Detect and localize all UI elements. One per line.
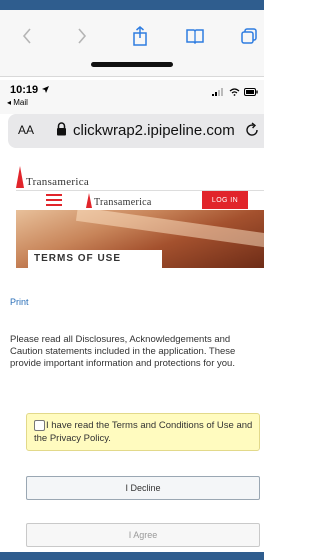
decline-button[interactable]: I Decline — [26, 476, 260, 500]
hero-image: TERMS OF USE — [16, 210, 264, 268]
login-button[interactable]: LOG IN — [202, 191, 248, 209]
signal-icon — [212, 88, 223, 96]
hero-title: TERMS OF USE — [34, 253, 122, 264]
bottom-strip — [0, 552, 264, 560]
tabs-icon[interactable] — [236, 23, 262, 49]
status-bar: 10:19 ◂ Mail — [0, 80, 264, 114]
print-link[interactable]: Print — [10, 297, 29, 307]
share-icon[interactable] — [127, 23, 153, 49]
home-indicator — [91, 62, 173, 67]
status-time: 10:19 — [10, 84, 50, 96]
terms-agreement-box[interactable]: I have read the Terms and Conditions of … — [26, 413, 260, 451]
bookmarks-icon[interactable] — [182, 23, 208, 49]
back-to-app-link[interactable]: ◂ Mail — [7, 98, 28, 107]
wifi-icon — [229, 88, 240, 96]
brand-logo: Transamerica — [16, 162, 89, 188]
reader-aa-button[interactable]: AA — [18, 123, 34, 137]
transamerica-pyramid-icon — [86, 193, 92, 208]
agree-button[interactable]: I Agree — [26, 523, 260, 547]
browser-toolbar — [0, 10, 264, 77]
lock-icon — [57, 122, 66, 136]
chevron-left-icon[interactable] — [14, 23, 40, 49]
location-arrow-icon — [42, 86, 50, 93]
address-bar[interactable]: AA clickwrap2.ipipeline.com — [8, 114, 264, 148]
hamburger-menu-icon[interactable] — [46, 194, 62, 206]
terms-checkbox-label[interactable]: I have read the Terms and Conditions of … — [34, 419, 254, 445]
site-header: Transamerica LOG IN — [16, 190, 264, 211]
top-strip — [0, 0, 264, 10]
hero-title-card: TERMS OF USE — [28, 250, 162, 268]
reload-icon[interactable] — [244, 122, 260, 138]
header-logo[interactable]: Transamerica — [86, 193, 152, 208]
transamerica-pyramid-icon — [16, 166, 24, 188]
web-page: Transamerica Transamerica LOG IN TERMS O… — [0, 150, 264, 552]
battery-icon — [244, 88, 258, 96]
url-field[interactable]: clickwrap2.ipipeline.com — [73, 122, 235, 139]
disclaimer-text: Please read all Disclosures, Acknowledge… — [10, 334, 236, 369]
chevron-right-icon[interactable] — [69, 23, 95, 49]
status-icons — [212, 88, 258, 96]
